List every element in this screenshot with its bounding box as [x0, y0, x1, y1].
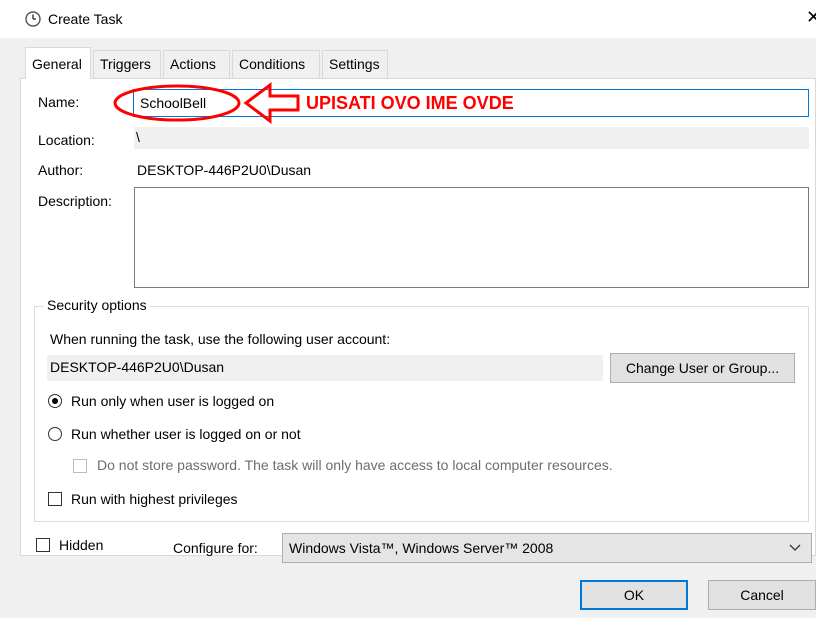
tab-conditions[interactable]: Conditions [232, 50, 320, 78]
clock-icon [25, 11, 41, 27]
close-icon[interactable]: ✕ [806, 8, 816, 26]
author-label: Author: [38, 162, 84, 178]
account-prompt: When running the task, use the following… [50, 331, 391, 347]
user-account-value: DESKTOP-446P2U0\Dusan [50, 359, 225, 375]
radio-selected-dot [52, 398, 58, 404]
hidden-checkbox[interactable] [36, 538, 50, 552]
general-panel: Name: SchoolBell Location: \ Author: DES… [20, 78, 816, 556]
description-label: Description: [38, 193, 112, 209]
annotation-text: UPISATI OVO IME OVDE [306, 93, 514, 113]
run-whether-label[interactable]: Run whether user is logged on or not [71, 426, 301, 442]
title-bar: Create Task ✕ [0, 0, 816, 38]
name-label: Name: [38, 94, 80, 110]
ok-button[interactable]: OK [580, 580, 688, 610]
tab-general[interactable]: General [25, 47, 91, 79]
configure-for-value: Windows Vista™, Windows Server™ 2008 [289, 540, 554, 556]
no-store-password-checkbox[interactable] [73, 459, 87, 473]
tab-triggers[interactable]: Triggers [93, 50, 161, 78]
window-title: Create Task [48, 11, 123, 27]
cancel-button[interactable]: Cancel [708, 580, 816, 610]
tab-actions[interactable]: Actions [163, 50, 230, 78]
description-input[interactable] [134, 187, 809, 288]
hidden-label[interactable]: Hidden [59, 537, 103, 553]
location-value: \ [136, 129, 140, 145]
run-whether-radio[interactable] [48, 427, 62, 441]
user-account-field: DESKTOP-446P2U0\Dusan [47, 355, 603, 381]
highest-privileges-checkbox[interactable] [48, 492, 62, 506]
configure-for-select[interactable]: Windows Vista™, Windows Server™ 2008 [282, 533, 812, 563]
security-options-title: Security options [44, 297, 150, 313]
tab-settings[interactable]: Settings [322, 50, 388, 78]
highest-privileges-label[interactable]: Run with highest privileges [71, 491, 238, 507]
change-user-button[interactable]: Change User or Group... [610, 353, 795, 383]
location-label: Location: [38, 132, 95, 148]
configure-for-label: Configure for: [173, 540, 258, 556]
chevron-down-icon [789, 544, 801, 551]
no-store-password-label: Do not store password. The task will onl… [97, 457, 613, 473]
dialog-client: General Triggers Actions Conditions Sett… [0, 38, 816, 618]
location-field: \ [134, 127, 809, 149]
author-value: DESKTOP-446P2U0\Dusan [137, 162, 312, 178]
run-logged-on-label[interactable]: Run only when user is logged on [71, 393, 274, 409]
run-logged-on-radio[interactable] [48, 394, 62, 408]
